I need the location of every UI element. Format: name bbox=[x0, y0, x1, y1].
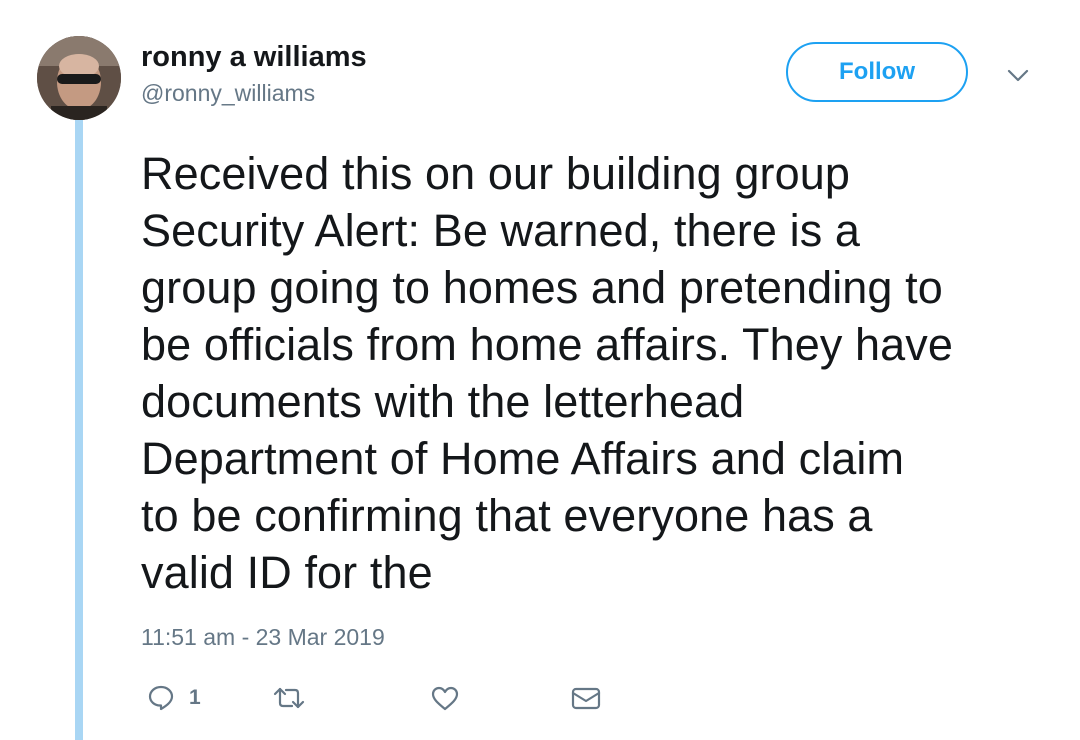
tweet-card: ronny a williams @ronny_williams Follow … bbox=[0, 0, 1080, 740]
like-icon bbox=[430, 684, 460, 712]
tweet-text-line: Received this on our building group bbox=[141, 148, 850, 199]
tweet-text-line: valid ID for the bbox=[141, 547, 433, 598]
tweet-timestamp[interactable]: 11:51 am - 23 Mar 2019 bbox=[141, 622, 385, 652]
direct-message-icon bbox=[570, 684, 602, 712]
reply-count: 1 bbox=[189, 686, 201, 709]
direct-message-button[interactable] bbox=[570, 680, 602, 716]
user-info: ronny a williams @ronny_williams bbox=[141, 40, 367, 108]
tweet-text-line: to be confirming that everyone has a bbox=[141, 490, 873, 541]
thread-line bbox=[75, 118, 83, 740]
tweet-text-line: Department of Home Affairs and claim bbox=[141, 433, 905, 484]
follow-button[interactable]: Follow bbox=[786, 42, 968, 102]
chevron-down-icon[interactable] bbox=[1004, 66, 1032, 86]
tweet-text-line: group going to homes and pretending to bbox=[141, 262, 943, 313]
like-button[interactable] bbox=[430, 680, 460, 716]
reply-button[interactable]: 1 bbox=[147, 680, 201, 716]
tweet-text-line: Security Alert: Be warned, there is a bbox=[141, 205, 861, 256]
reply-icon bbox=[147, 684, 175, 712]
retweet-icon bbox=[272, 684, 306, 712]
tweet-text: Received this on our building group Secu… bbox=[141, 145, 1046, 601]
retweet-button[interactable] bbox=[272, 680, 306, 716]
tweet-text-line: documents with the letterhead bbox=[141, 376, 745, 427]
display-name[interactable]: ronny a williams bbox=[141, 40, 367, 74]
tweet-actions: 1 bbox=[141, 680, 621, 716]
user-handle[interactable]: @ronny_williams bbox=[141, 78, 367, 108]
tweet-text-line: be officials from home affairs. They hav… bbox=[141, 319, 954, 370]
avatar[interactable] bbox=[37, 36, 121, 120]
